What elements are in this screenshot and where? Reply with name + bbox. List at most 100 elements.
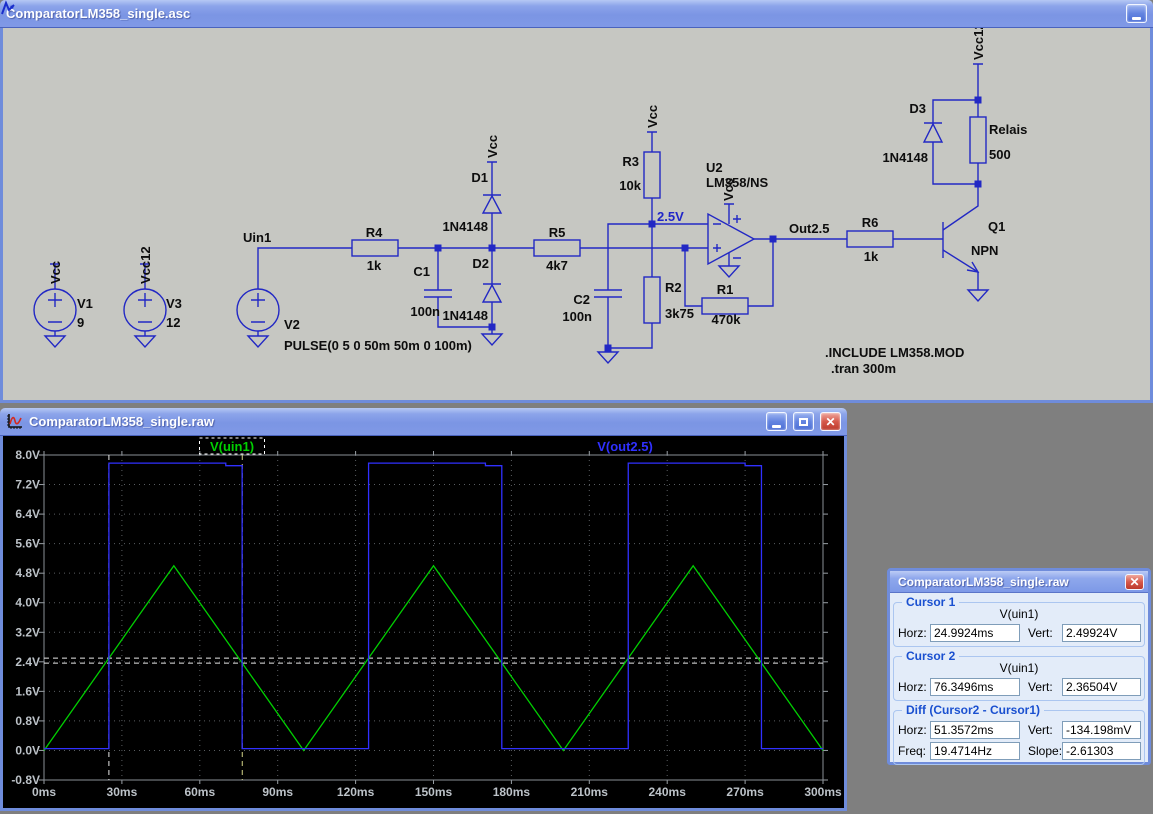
resistor-relais[interactable]: Vcc12 Relais 500: [970, 28, 1027, 184]
cursor2-group: Cursor 2 V(uin1) Horz: Vert:: [893, 656, 1145, 701]
part-value: 12: [166, 315, 180, 330]
waveform-app-icon: [6, 413, 23, 430]
voltage-source-v1[interactable]: Vcc V1 9: [34, 261, 93, 347]
ground-icon: [719, 266, 739, 277]
close-icon: ✕: [825, 416, 835, 428]
desktop: ComparatorLM358_single.asc Vcc V1 9: [0, 0, 1153, 814]
part-name: V2: [284, 317, 300, 332]
ground-icon: [482, 334, 502, 345]
transistor-q1[interactable]: Q1 NPN: [943, 184, 1005, 301]
net-flag-vcc12: Vcc12: [971, 28, 986, 60]
part-value: 1k: [864, 249, 879, 264]
waveform-window-title: ComparatorLM358_single.raw: [29, 414, 760, 429]
y-tick-label: 8.0V: [15, 448, 40, 462]
x-tick-label: 180ms: [493, 785, 531, 799]
part-name: V1: [77, 296, 93, 311]
resistor-r3[interactable]: Vcc R3 10k: [619, 105, 660, 224]
waveform-titlebar[interactable]: ComparatorLM358_single.raw ✕: [0, 408, 847, 436]
part-name: R5: [549, 225, 566, 240]
cursor2-group-label: Cursor 2: [902, 649, 959, 663]
diff-slope-label: Slope:: [1028, 744, 1062, 758]
x-tick-label: 270ms: [726, 785, 764, 799]
cursor2-horz-field[interactable]: [930, 678, 1020, 696]
part-name: R6: [862, 215, 879, 230]
net-label-out2v5[interactable]: Out2.5: [789, 221, 829, 236]
cursor2-vert-label: Vert:: [1028, 680, 1062, 694]
cursor-dialog: ComparatorLM358_single.raw ✕ Cursor 1 V(…: [887, 568, 1151, 765]
minimize-icon: [1132, 17, 1141, 20]
cursor-dialog-titlebar[interactable]: ComparatorLM358_single.raw ✕: [890, 571, 1148, 593]
part-value: 4k7: [546, 258, 568, 273]
x-tick-label: 120ms: [337, 785, 375, 799]
part-value: 3k75: [665, 306, 694, 321]
maximize-button[interactable]: [793, 412, 814, 431]
part-value: 100n: [562, 309, 592, 324]
resistor-r2[interactable]: R2 3k75: [608, 224, 694, 348]
close-button[interactable]: ✕: [820, 412, 841, 431]
part-value: 100n: [410, 304, 440, 319]
part-name: R2: [665, 280, 682, 295]
net-label-2v5[interactable]: 2.5V: [657, 209, 684, 224]
part-name: Relais: [989, 122, 1027, 137]
cursor1-group: Cursor 1 V(uin1) Horz: Vert:: [893, 602, 1145, 647]
legend-V(uin1)[interactable]: V(uin1): [210, 439, 254, 454]
minimize-button[interactable]: [1126, 4, 1147, 23]
diff-vert-label: Vert:: [1028, 723, 1062, 737]
part-name: D2: [472, 256, 489, 271]
net-label-uin1: Uin1: [243, 230, 271, 245]
part-name: Q1: [988, 219, 1005, 234]
diode-d3[interactable]: D3 1N4148: [882, 100, 978, 184]
part-value: 1k: [367, 258, 382, 273]
x-tick-label: 60ms: [184, 785, 215, 799]
spice-directive-include[interactable]: .INCLUDE LM358.MOD: [825, 345, 964, 360]
part-name: V3: [166, 296, 182, 311]
net-flag-vcc12: Vcc12: [138, 246, 153, 284]
close-icon: ✕: [1129, 576, 1139, 588]
diff-vert-field[interactable]: [1062, 721, 1141, 739]
waveform-plot-area[interactable]: 0ms30ms60ms90ms120ms150ms180ms210ms240ms…: [0, 436, 847, 811]
spice-directive-tran[interactable]: .tran 300m: [831, 361, 896, 376]
y-tick-label: -0.8V: [11, 773, 40, 787]
schematic-drawing: Vcc V1 9 Vcc12 V3 12: [3, 28, 1150, 400]
cursor1-vert-label: Vert:: [1028, 626, 1062, 640]
y-tick-label: 3.2V: [15, 625, 40, 639]
part-name: C1: [413, 264, 430, 279]
net-flag-vcc: Vcc: [485, 135, 500, 158]
x-tick-label: 150ms: [415, 785, 453, 799]
schematic-titlebar[interactable]: ComparatorLM358_single.asc: [0, 0, 1153, 28]
ground-icon: [968, 290, 988, 301]
cursor2-vert-field[interactable]: [1062, 678, 1141, 696]
diff-freq-label: Freq:: [898, 744, 930, 758]
diff-horz-field[interactable]: [930, 721, 1020, 739]
y-tick-label: 7.2V: [15, 478, 40, 492]
net-flag-vcc: Vcc: [645, 105, 660, 128]
close-button[interactable]: ✕: [1125, 574, 1144, 590]
ground-icon: [135, 336, 155, 347]
legend-V(out2.5)[interactable]: V(out2.5): [597, 439, 653, 454]
waveform-plot: 0ms30ms60ms90ms120ms150ms180ms210ms240ms…: [3, 436, 844, 808]
part-value: 1N4148: [442, 308, 488, 323]
minimize-button[interactable]: [766, 412, 787, 431]
ground-icon: [248, 336, 268, 347]
part-name: D1: [471, 170, 488, 185]
diff-group-label: Diff (Cursor2 - Cursor1): [902, 703, 1044, 717]
cursor1-vert-field[interactable]: [1062, 624, 1141, 642]
part-value: 1N4148: [882, 150, 928, 165]
net-flag-vcc: Vcc: [48, 261, 63, 284]
resistor-r6[interactable]: R6 1k: [847, 215, 943, 264]
y-tick-label: 0.0V: [15, 743, 40, 757]
cursor1-group-label: Cursor 1: [902, 595, 959, 609]
schematic-canvas[interactable]: Vcc V1 9 Vcc12 V3 12: [0, 28, 1153, 403]
cursor1-horz-field[interactable]: [930, 624, 1020, 642]
y-tick-label: 4.8V: [15, 566, 40, 580]
opamp-u2[interactable]: Vcc U2 LM358/NS: [706, 160, 847, 277]
diff-slope-field[interactable]: [1062, 742, 1141, 760]
y-tick-label: 0.8V: [15, 714, 40, 728]
y-tick-label: 2.4V: [15, 655, 40, 669]
x-tick-label: 30ms: [107, 785, 138, 799]
diff-freq-field[interactable]: [930, 742, 1020, 760]
diode-d1[interactable]: Vcc D1 1N4148: [442, 135, 501, 248]
ground-icon: [45, 336, 65, 347]
part-value: 500: [989, 147, 1011, 162]
voltage-source-v3[interactable]: Vcc12 V3 12: [124, 246, 182, 347]
